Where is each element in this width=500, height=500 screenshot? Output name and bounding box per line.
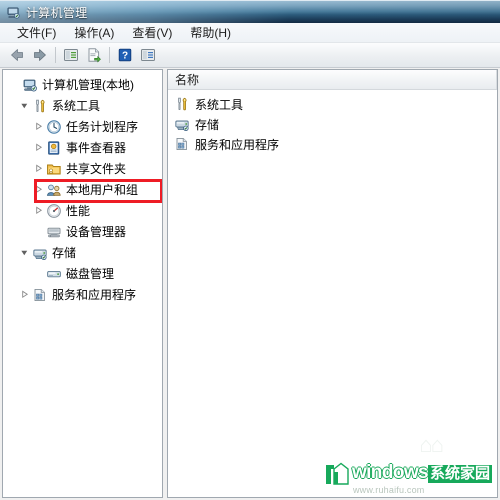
window-title: 计算机管理: [26, 5, 88, 20]
tree-item-label: 性能: [66, 203, 91, 218]
storage-icon: [174, 116, 190, 132]
list-item-label: 系统工具: [195, 97, 244, 112]
tree-item-task-scheduler[interactable]: 任务计划程序: [3, 116, 162, 137]
title-bar[interactable]: 计算机管理: [0, 0, 500, 23]
tree-item-event-viewer[interactable]: 事件查看器: [3, 137, 162, 158]
collapsed-twisty-icon[interactable]: [31, 143, 46, 152]
users-groups-icon: [46, 182, 62, 198]
expanded-twisty-icon[interactable]: [17, 101, 32, 110]
tree-item-services-applications[interactable]: 服务和应用程序: [3, 284, 162, 305]
content-area: 计算机管理(本地) 系统工具 任务计划程序 事件查看器 共享文件夹 本地用户和组…: [0, 68, 500, 500]
menu-file[interactable]: 文件(F): [8, 22, 65, 44]
menu-view[interactable]: 查看(V): [123, 22, 181, 44]
collapsed-twisty-icon[interactable]: [31, 164, 46, 173]
help-icon[interactable]: ?: [114, 45, 136, 66]
menu-bar: 文件(F) 操作(A) 查看(V) 帮助(H): [0, 23, 500, 43]
tree-item-label: 任务计划程序: [66, 119, 139, 134]
tree-item-label: 服务和应用程序: [52, 287, 137, 302]
collapsed-twisty-icon[interactable]: [17, 290, 32, 299]
collapsed-twisty-icon[interactable]: [31, 206, 46, 215]
storage-icon: [32, 245, 48, 261]
computer-icon: [22, 77, 38, 93]
list-item[interactable]: 存储: [168, 114, 497, 134]
details-pane: 名称 系统工具 存储 服务和应用程序: [167, 69, 498, 498]
tree-item-label: 磁盘管理: [66, 266, 115, 281]
shared-folders-icon: [46, 161, 62, 177]
column-header-name[interactable]: 名称: [168, 70, 497, 89]
toolbar: ?: [0, 43, 500, 68]
system-tools-icon: [32, 98, 48, 114]
clock-icon: [46, 119, 62, 135]
tree-item-label: 事件查看器: [66, 140, 127, 155]
tree-item-shared-folders[interactable]: 共享文件夹: [3, 158, 162, 179]
list-item-label: 服务和应用程序: [195, 137, 280, 152]
back-arrow-icon[interactable]: [6, 45, 28, 66]
console-tree-pane: 计算机管理(本地) 系统工具 任务计划程序 事件查看器 共享文件夹 本地用户和组…: [2, 69, 163, 498]
list-item[interactable]: 服务和应用程序: [168, 134, 497, 154]
disk-management-icon: [46, 266, 62, 282]
tree-item-local-users-groups[interactable]: 本地用户和组: [3, 179, 162, 200]
performance-icon: [46, 203, 62, 219]
tree-item-storage[interactable]: 存储: [3, 242, 162, 263]
details-list: 系统工具 存储 服务和应用程序: [168, 90, 497, 154]
menu-action[interactable]: 操作(A): [65, 22, 123, 44]
computer-management-icon: [6, 5, 21, 20]
export-list-icon[interactable]: [83, 45, 105, 66]
tree-item-label: 存储: [52, 245, 77, 260]
services-apps-icon: [32, 287, 48, 303]
list-item-label: 存储: [195, 117, 220, 132]
menu-help[interactable]: 帮助(H): [181, 22, 240, 44]
svg-text:?: ?: [122, 51, 128, 62]
tree-item-disk-management[interactable]: 磁盘管理: [3, 263, 162, 284]
tree-item-label: 系统工具: [52, 98, 101, 113]
tree-item-computer-management[interactable]: 计算机管理(本地): [3, 74, 162, 95]
event-viewer-icon: [46, 140, 62, 156]
system-tools-icon: [174, 96, 190, 112]
tree-item-system-tools[interactable]: 系统工具: [3, 95, 162, 116]
tree-item-label: 计算机管理(本地): [42, 77, 134, 92]
tree-item-label: 本地用户和组: [66, 182, 139, 197]
computer-management-window: 计算机管理 文件(F) 操作(A) 查看(V) 帮助(H) ? 计算机管理(本地…: [0, 0, 500, 500]
collapsed-twisty-icon[interactable]: [31, 185, 46, 194]
toolbar-separator: [55, 47, 56, 63]
list-column-header: 名称: [168, 70, 497, 90]
tree-item-performance[interactable]: 性能: [3, 200, 162, 221]
tree-item-label: 共享文件夹: [66, 161, 127, 176]
tree-item-device-manager[interactable]: 设备管理器: [3, 221, 162, 242]
show-tree-icon[interactable]: [60, 45, 82, 66]
expanded-twisty-icon[interactable]: [17, 248, 32, 257]
forward-arrow-icon[interactable]: [29, 45, 51, 66]
tree-item-label: 设备管理器: [66, 224, 127, 239]
console-tree: 计算机管理(本地) 系统工具 任务计划程序 事件查看器 共享文件夹 本地用户和组…: [3, 73, 162, 305]
toolbar-separator: [109, 47, 110, 63]
services-apps-icon: [174, 136, 190, 152]
list-item[interactable]: 系统工具: [168, 94, 497, 114]
collapsed-twisty-icon[interactable]: [31, 122, 46, 131]
show-action-pane-icon[interactable]: [137, 45, 159, 66]
device-manager-icon: [46, 224, 62, 240]
